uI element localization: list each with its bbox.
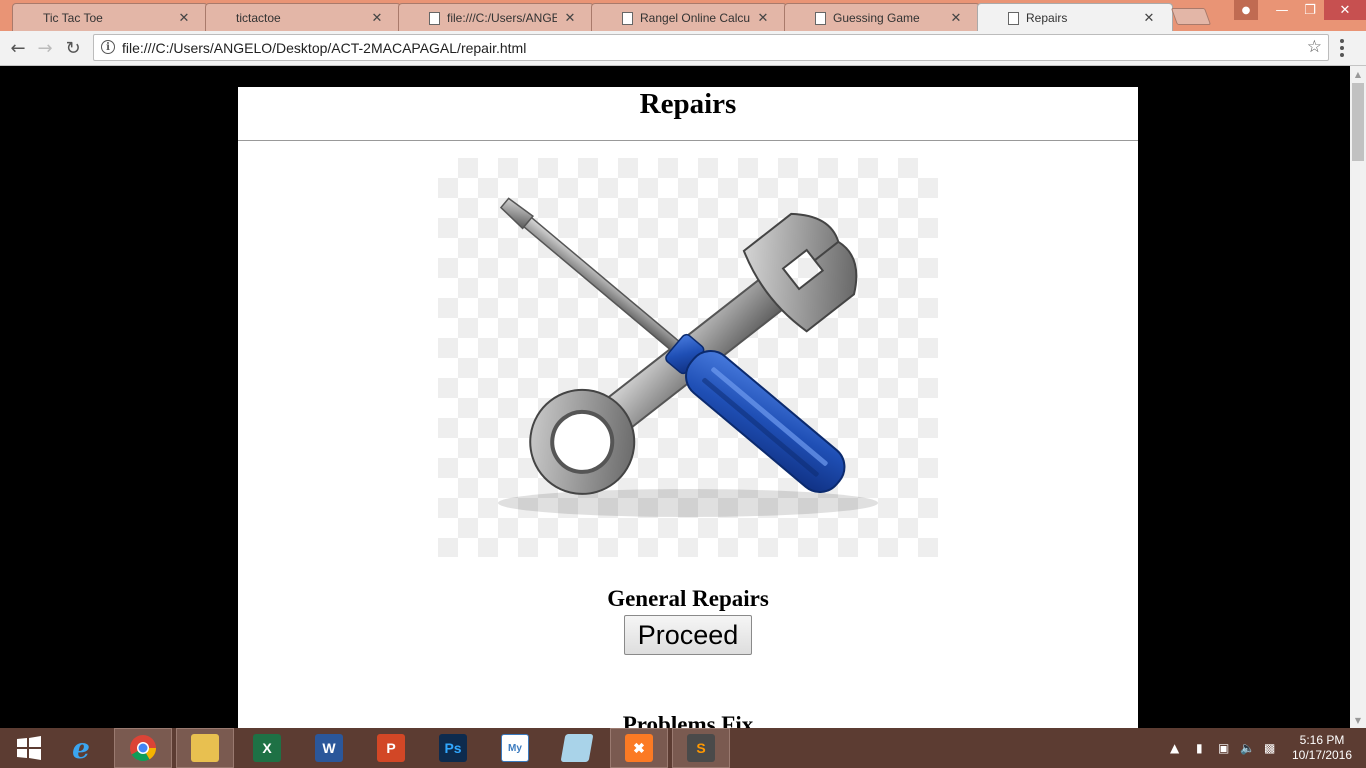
tab-file[interactable]: file:///C:/Users/ANGELO/ ✕ [398, 3, 594, 31]
mysql-installer-icon[interactable]: My [486, 728, 544, 768]
close-icon[interactable]: ✕ [949, 11, 963, 26]
tab-calculator[interactable]: Rangel Online Calculator ✕ [591, 3, 787, 31]
system-clock[interactable]: 5:16 PM 10/17/2016 [1286, 733, 1358, 763]
battery-icon[interactable]: ▮ [1196, 728, 1203, 768]
close-icon[interactable]: ✕ [756, 11, 770, 26]
page-icon [1008, 11, 1019, 25]
menu-icon[interactable] [1340, 39, 1344, 57]
browser-toolbar: ← → ↻ i file:///C:/Users/ANGELO/Desktop/… [0, 31, 1366, 66]
vertical-scrollbar[interactable]: ▲ ▼ [1350, 66, 1366, 728]
tab-strip: Tic Tac Toe ✕ tictactoe ✕ file:///C:/Use… [0, 0, 1366, 31]
tab-label: Guessing Game [833, 11, 920, 25]
window-close-button[interactable]: ✕ [1324, 0, 1366, 20]
reload-button[interactable]: ↻ [61, 36, 85, 60]
scroll-down-icon[interactable]: ▼ [1350, 712, 1366, 728]
notepad-icon[interactable] [548, 728, 606, 768]
word-icon[interactable]: W [300, 728, 358, 768]
tools-icon [498, 197, 878, 517]
chrome-logo [130, 735, 157, 762]
sublime-text-icon[interactable]: S [672, 728, 730, 768]
page-icon [622, 11, 633, 25]
forward-button[interactable]: → [33, 36, 57, 60]
action-center-icon[interactable]: ▣ [1218, 728, 1229, 768]
file-explorer-icon[interactable] [176, 728, 234, 768]
tab-tictactoe[interactable]: tictactoe ✕ [205, 3, 401, 31]
page-icon [815, 11, 826, 25]
xampp-icon[interactable]: ✖ [610, 728, 668, 768]
tab-tic-tac-toe[interactable]: Tic Tac Toe ✕ [12, 3, 208, 31]
address-url[interactable]: file:///C:/Users/ANGELO/Desktop/ACT-2MAC… [122, 40, 526, 56]
excel-icon[interactable]: X [238, 728, 296, 768]
divider [238, 140, 1138, 141]
close-icon[interactable]: ✕ [370, 11, 384, 26]
chrome-icon[interactable] [114, 728, 172, 768]
new-tab-button[interactable] [1170, 8, 1212, 25]
network-icon[interactable]: ▩ [1264, 728, 1275, 768]
user-icon[interactable]: ● [1234, 0, 1258, 20]
powerpoint-icon[interactable]: P [362, 728, 420, 768]
volume-icon[interactable]: 🔈 [1240, 728, 1255, 768]
tab-label: tictactoe [236, 11, 281, 25]
address-bar[interactable]: i file:///C:/Users/ANGELO/Desktop/ACT-2M… [93, 34, 1329, 61]
restore-button[interactable]: ❐ [1296, 0, 1324, 20]
section-title-general-repairs: General Repairs [607, 586, 769, 611]
page-viewport: Repairs General Repairs Proceed Problems… [0, 66, 1350, 728]
page-content: Repairs General Repairs Proceed Problems… [238, 87, 1138, 728]
proceed-button[interactable]: Proceed [624, 615, 752, 655]
info-icon[interactable]: i [101, 40, 115, 54]
close-icon[interactable]: ✕ [563, 11, 577, 26]
tab-label: file:///C:/Users/ANGELO/ [447, 11, 557, 25]
taskbar: e X W P Ps My ✖ S ▲ ▮ ▣ 🔈 ▩ 5:16 PM 10/1… [0, 728, 1366, 768]
photoshop-icon[interactable]: Ps [424, 728, 482, 768]
scroll-thumb[interactable] [1352, 83, 1364, 161]
clock-time: 5:16 PM [1299, 733, 1345, 747]
minimize-button[interactable]: — [1268, 0, 1296, 20]
tab-label: Repairs [1026, 11, 1068, 25]
clock-date: 10/17/2016 [1291, 748, 1353, 762]
close-icon[interactable]: ✕ [1142, 11, 1156, 26]
scroll-up-icon[interactable]: ▲ [1350, 66, 1366, 82]
tab-label: Rangel Online Calculator [640, 11, 750, 25]
tab-guessing-game[interactable]: Guessing Game ✕ [784, 3, 980, 31]
tab-repairs[interactable]: Repairs ✕ [977, 3, 1173, 31]
tab-label: Tic Tac Toe [43, 11, 103, 25]
start-button[interactable] [0, 728, 58, 768]
close-icon[interactable]: ✕ [177, 11, 191, 26]
section-title-problems-fix: Problems Fix [622, 712, 754, 728]
bookmark-star-icon[interactable]: ☆ [1307, 37, 1322, 57]
back-button[interactable]: ← [6, 36, 30, 60]
internet-explorer-icon[interactable]: e [52, 728, 110, 768]
page-icon [429, 11, 440, 25]
show-hidden-icons-icon[interactable]: ▲ [1170, 728, 1179, 768]
page-title: Repairs [639, 88, 737, 120]
wrench-screwdriver-image [438, 158, 938, 557]
windows-icon [17, 736, 41, 760]
